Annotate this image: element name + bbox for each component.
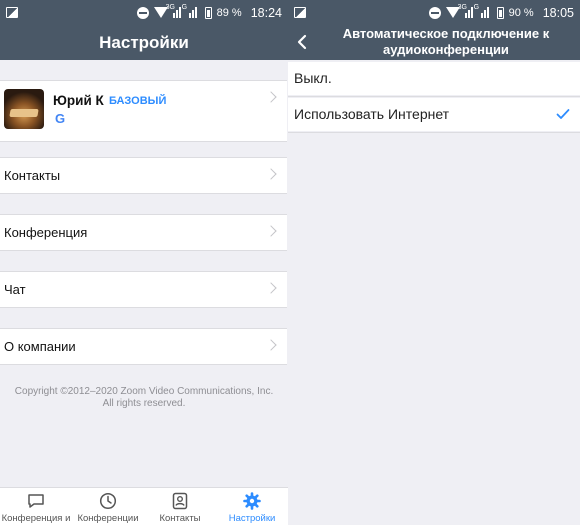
copyright-line: Copyright ©2012–2020 Zoom Video Communic… <box>14 386 274 397</box>
bottom-tab-bar: Конференция и Конференции Контакты Настр… <box>0 487 288 525</box>
nav-bar: Настройки <box>0 25 288 60</box>
tab-label: Настройки <box>228 513 276 524</box>
plan-badge: БАЗОВЫЙ <box>109 95 167 107</box>
settings-item-about[interactable]: О компании <box>0 328 287 365</box>
settings-item-label: Конференция <box>4 225 88 240</box>
page-title: Автоматическое подключение к аудиоконфер… <box>318 26 574 58</box>
tab-meetings[interactable]: Конференции <box>72 488 144 525</box>
network-type: 3G <box>457 4 467 11</box>
chevron-right-icon <box>265 168 277 180</box>
settings-item-label: О компании <box>4 339 76 354</box>
tab-label: Конференции <box>77 513 139 524</box>
divider <box>288 96 580 97</box>
back-arrow-icon[interactable] <box>294 34 310 50</box>
settings-screen: 3G G 89 % 18:24 Настройки Юрий К БАЗОВЫЙ… <box>0 0 288 525</box>
battery-icon <box>204 6 212 19</box>
copyright-line: All rights reserved. <box>102 398 186 409</box>
chat-bubble-icon <box>28 494 44 508</box>
option-use-internet[interactable]: Использовать Интернет <box>288 98 580 131</box>
page-title: Настройки <box>99 33 189 52</box>
tab-settings[interactable]: Настройки <box>216 488 288 525</box>
page-title-line: аудиоконференции <box>383 42 509 57</box>
audio-autoconnect-screen: 3G G 90 % 18:05 Автоматическое подключен… <box>288 0 580 525</box>
google-icon: G <box>55 111 66 126</box>
network-type: 3G <box>165 4 175 11</box>
do-not-disturb-icon <box>136 6 149 19</box>
settings-item-label: Контакты <box>4 168 61 183</box>
chevron-right-icon <box>265 282 277 294</box>
status-bar: 3G G 90 % 18:05 <box>288 0 580 25</box>
settings-item-contacts[interactable]: Контакты <box>0 157 287 194</box>
network-type: G <box>473 4 480 11</box>
battery-level: 90 % <box>508 6 534 19</box>
gallery-icon <box>6 7 18 18</box>
profile-name: Юрий К <box>53 93 104 108</box>
page-title-line: Автоматическое подключение к <box>342 26 550 41</box>
settings-item-conference[interactable]: Конференция <box>0 214 287 251</box>
settings-item-label: Чат <box>4 282 26 297</box>
clock: 18:24 <box>250 5 282 20</box>
avatar <box>4 89 44 129</box>
gear-icon <box>243 492 261 510</box>
nav-bar: Автоматическое подключение к аудиоконфер… <box>288 25 580 60</box>
battery-icon <box>496 6 504 19</box>
gallery-icon <box>294 7 306 18</box>
contact-card-icon <box>172 492 188 510</box>
signal-icon: G <box>474 4 492 18</box>
signal-icon: G <box>182 4 200 18</box>
do-not-disturb-icon <box>428 6 441 19</box>
option-off[interactable]: Выкл. <box>288 62 580 95</box>
profile-row[interactable]: Юрий К БАЗОВЫЙ G <box>0 80 287 142</box>
tab-label: Конференция и <box>1 513 71 524</box>
clock: 18:05 <box>542 5 574 20</box>
status-bar: 3G G 89 % 18:24 <box>0 0 288 25</box>
settings-item-chat[interactable]: Чат <box>0 271 287 308</box>
chevron-right-icon <box>265 225 277 237</box>
network-type: G <box>181 4 188 11</box>
clock-icon <box>99 492 117 510</box>
checkmark-icon <box>556 109 570 119</box>
chevron-right-icon <box>265 91 277 103</box>
chevron-right-icon <box>265 339 277 351</box>
tab-meet-chat[interactable]: Конференция и <box>0 488 72 525</box>
battery-level: 89 % <box>216 6 242 19</box>
tab-contacts[interactable]: Контакты <box>144 488 216 525</box>
option-label: Использовать Интернет <box>294 106 450 122</box>
tab-label: Контакты <box>159 513 201 524</box>
divider <box>288 132 580 133</box>
copyright-text: Copyright ©2012–2020 Zoom Video Communic… <box>0 386 288 410</box>
option-label: Выкл. <box>294 70 332 86</box>
